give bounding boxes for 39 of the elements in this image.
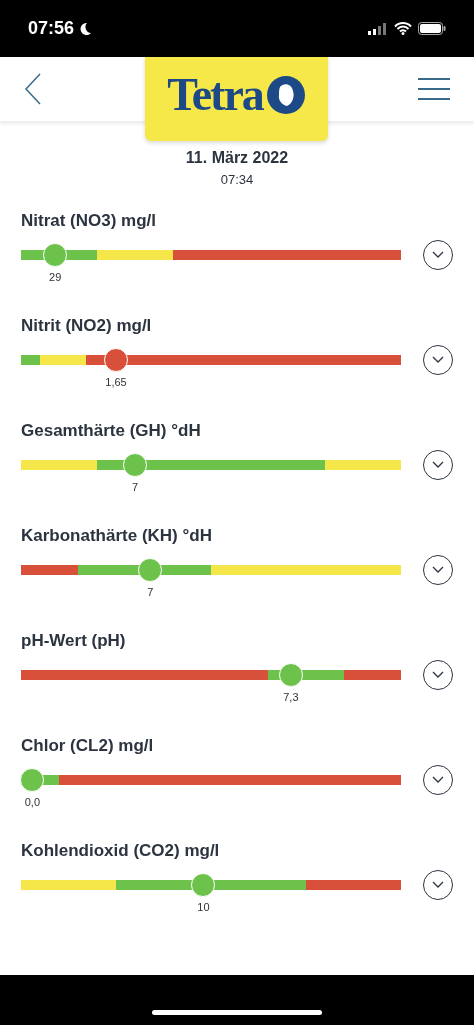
parameter-title: Karbonathärte (KH) °dH bbox=[21, 524, 213, 547]
parameter-title: Kohlendioxid (CO2) mg/l bbox=[21, 839, 221, 862]
slider-thumb[interactable] bbox=[191, 872, 216, 897]
signal-icon bbox=[368, 22, 388, 35]
slider-thumb[interactable] bbox=[20, 767, 45, 792]
chevron-down-icon bbox=[432, 461, 445, 468]
slider-thumb[interactable] bbox=[138, 557, 163, 582]
chevron-down-icon bbox=[432, 356, 445, 363]
value-label: 1,65 bbox=[105, 376, 127, 388]
wifi-icon bbox=[394, 22, 412, 35]
date-heading: 11. März 2022 bbox=[185, 148, 289, 168]
parameter-title: Nitrat (NO3) mg/l bbox=[21, 209, 158, 232]
back-icon bbox=[24, 72, 42, 106]
parameter-title: Chlor (CL2) mg/l bbox=[21, 734, 155, 757]
logo-wordmark: Tetra bbox=[167, 72, 263, 118]
clock: 07:56 bbox=[28, 17, 75, 40]
slider-thumb[interactable] bbox=[43, 242, 68, 267]
value-label: 7 bbox=[147, 586, 154, 598]
chevron-down-icon bbox=[432, 776, 445, 783]
chevron-down-icon bbox=[432, 671, 445, 678]
menu-icon bbox=[418, 78, 450, 100]
value-label: 7,3 bbox=[283, 691, 299, 703]
time-label: 07:34 bbox=[220, 171, 254, 189]
chevron-down-icon bbox=[432, 881, 445, 888]
slider-thumb[interactable] bbox=[123, 452, 148, 477]
chevron-down-icon bbox=[432, 566, 445, 573]
parameter-title: Nitrit (NO2) mg/l bbox=[21, 314, 153, 337]
menu-button[interactable] bbox=[416, 76, 452, 102]
moon-icon bbox=[78, 21, 93, 36]
chevron-down-icon bbox=[432, 251, 445, 258]
value-label: 0,0 bbox=[24, 796, 41, 808]
slider-thumb[interactable] bbox=[278, 662, 303, 687]
value-label: 10 bbox=[197, 901, 210, 913]
slider-thumb[interactable] bbox=[104, 347, 129, 372]
parameter-title: pH-Wert (pH) bbox=[21, 629, 127, 652]
parameter-title: Gesamthärte (GH) °dH bbox=[21, 419, 202, 442]
value-label: 29 bbox=[49, 271, 62, 283]
battery-icon bbox=[418, 22, 446, 35]
value-label: 7 bbox=[131, 481, 139, 493]
